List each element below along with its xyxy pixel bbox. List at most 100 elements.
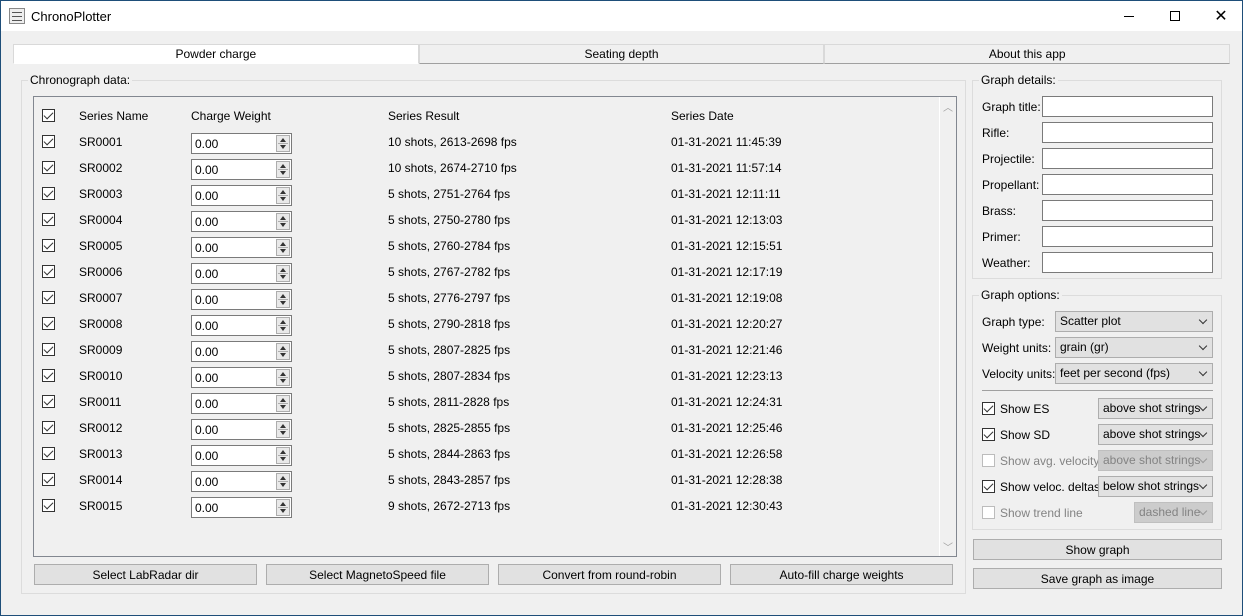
show-veloc-deltas-checkbox[interactable] [982,480,995,493]
spin-up-icon[interactable] [280,320,286,324]
charge-weight-spinbox[interactable]: 0.00 [191,263,292,284]
series-checkbox[interactable] [42,369,55,382]
series-checkbox[interactable] [42,473,55,486]
series-checkbox[interactable] [42,317,55,330]
series-checkbox[interactable] [42,447,55,460]
select-labradar-button[interactable]: Select LabRadar dir [34,564,257,585]
show-es-checkbox[interactable] [982,402,995,415]
charge-weight-spinbox[interactable]: 0.00 [191,497,292,518]
spin-up-icon[interactable] [280,398,286,402]
spin-up-icon[interactable] [280,450,286,454]
charge-weight-spinbox[interactable]: 0.00 [191,367,292,388]
charge-weight-spinbox[interactable]: 0.00 [191,289,292,310]
charge-weight-spinbox[interactable]: 0.00 [191,341,292,362]
series-checkbox[interactable] [42,213,55,226]
weather-input[interactable] [1042,252,1213,273]
spin-buttons[interactable] [276,291,290,308]
charge-weight-spinbox[interactable]: 0.00 [191,133,292,154]
select-magnetospeed-button[interactable]: Select MagnetoSpeed file [266,564,489,585]
spin-down-icon[interactable] [280,483,286,487]
show-trend-line-position-select[interactable]: dashed line [1134,502,1213,523]
weight-units-select[interactable]: grain (gr) [1055,337,1213,358]
scroll-up-icon[interactable]: ︿ [943,99,953,114]
spin-down-icon[interactable] [280,353,286,357]
show-trend-line-checkbox[interactable] [982,506,995,519]
show-es-position-select[interactable]: above shot strings [1098,398,1213,419]
spin-buttons[interactable] [276,213,290,230]
tab-seating-depth[interactable]: Seating depth [418,44,825,64]
charge-weight-spinbox[interactable]: 0.00 [191,393,292,414]
spin-up-icon[interactable] [280,216,286,220]
spin-buttons[interactable] [276,473,290,490]
spin-down-icon[interactable] [280,145,286,149]
maximize-button[interactable] [1152,1,1198,31]
projectile-input[interactable] [1042,148,1213,169]
spin-down-icon[interactable] [280,509,286,513]
spin-buttons[interactable] [276,317,290,334]
spin-up-icon[interactable] [280,190,286,194]
series-checkbox[interactable] [42,421,55,434]
series-checkbox[interactable] [42,187,55,200]
spin-up-icon[interactable] [280,294,286,298]
series-checkbox[interactable] [42,499,55,512]
graph-title-input[interactable] [1042,96,1213,117]
spin-down-icon[interactable] [280,275,286,279]
spin-down-icon[interactable] [280,249,286,253]
spin-up-icon[interactable] [280,242,286,246]
spin-down-icon[interactable] [280,223,286,227]
list-scrollbar[interactable]: ︿ ﹀ [939,97,956,556]
series-checkbox[interactable] [42,291,55,304]
spin-buttons[interactable] [276,447,290,464]
charge-weight-spinbox[interactable]: 0.00 [191,211,292,232]
spin-up-icon[interactable] [280,476,286,480]
spin-down-icon[interactable] [280,431,286,435]
velocity-units-select[interactable]: feet per second (fps) [1055,363,1213,384]
spin-down-icon[interactable] [280,405,286,409]
spin-down-icon[interactable] [280,301,286,305]
charge-weight-spinbox[interactable]: 0.00 [191,445,292,466]
charge-weight-spinbox[interactable]: 0.00 [191,159,292,180]
spin-up-icon[interactable] [280,138,286,142]
tab-about[interactable]: About this app [824,44,1231,64]
spin-buttons[interactable] [276,161,290,178]
show-sd-position-select[interactable]: above shot strings [1098,424,1213,445]
series-checkbox[interactable] [42,343,55,356]
close-button[interactable]: ✕ [1198,1,1243,31]
select-all-checkbox[interactable] [42,109,55,122]
spin-down-icon[interactable] [280,379,286,383]
charge-weight-spinbox[interactable]: 0.00 [191,471,292,492]
spin-up-icon[interactable] [280,424,286,428]
save-graph-button[interactable]: Save graph as image [973,568,1222,589]
show-avg-velocity-position-select[interactable]: above shot strings [1098,450,1213,471]
show-sd-checkbox[interactable] [982,428,995,441]
spin-buttons[interactable] [276,369,290,386]
series-checkbox[interactable] [42,395,55,408]
series-checkbox[interactable] [42,135,55,148]
spin-up-icon[interactable] [280,346,286,350]
spin-buttons[interactable] [276,343,290,360]
charge-weight-spinbox[interactable]: 0.00 [191,185,292,206]
convert-round-robin-button[interactable]: Convert from round-robin [498,564,721,585]
scroll-down-icon[interactable]: ﹀ [943,539,953,554]
brass-input[interactable] [1042,200,1213,221]
charge-weight-spinbox[interactable]: 0.00 [191,237,292,258]
rifle-input[interactable] [1042,122,1213,143]
spin-buttons[interactable] [276,265,290,282]
show-graph-button[interactable]: Show graph [973,539,1222,560]
spin-up-icon[interactable] [280,372,286,376]
spin-down-icon[interactable] [280,171,286,175]
spin-buttons[interactable] [276,395,290,412]
spin-buttons[interactable] [276,239,290,256]
series-checkbox[interactable] [42,265,55,278]
spin-down-icon[interactable] [280,327,286,331]
primer-input[interactable] [1042,226,1213,247]
charge-weight-spinbox[interactable]: 0.00 [191,419,292,440]
spin-down-icon[interactable] [280,457,286,461]
spin-down-icon[interactable] [280,197,286,201]
spin-up-icon[interactable] [280,164,286,168]
show-avg-velocity-checkbox[interactable] [982,454,995,467]
show-veloc-deltas-position-select[interactable]: below shot strings [1098,476,1213,497]
spin-buttons[interactable] [276,135,290,152]
spin-buttons[interactable] [276,499,290,516]
minimize-button[interactable] [1106,1,1152,31]
